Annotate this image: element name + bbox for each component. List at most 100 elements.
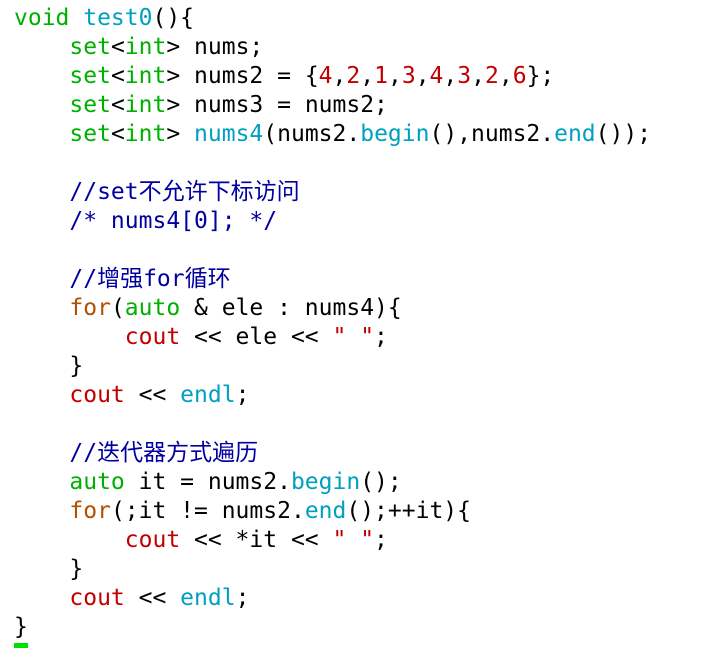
code-token-string: " " xyxy=(332,324,375,350)
code-token-number: 3 xyxy=(457,63,472,89)
code-token-plain: ()); xyxy=(595,121,652,147)
code-token-plain: } xyxy=(14,353,84,379)
code-token-comment: //增强for循环 xyxy=(14,266,231,292)
code-line: cout << endl; xyxy=(14,381,702,410)
code-token-plain: , xyxy=(471,63,485,89)
code-token-keyword: auto xyxy=(14,469,125,495)
code-token-plain: (){ xyxy=(152,5,195,31)
code-token-plain: > nums2 = { xyxy=(166,63,319,89)
code-token-comment: /* nums4[0]; */ xyxy=(14,208,278,234)
code-line: } xyxy=(14,613,702,642)
code-token-stream: cout xyxy=(14,324,181,350)
code-token-plain: } xyxy=(14,614,28,640)
code-line: set<int> nums3 = nums2; xyxy=(14,91,702,120)
code-token-number: 4 xyxy=(318,63,333,89)
code-token-plain: (); xyxy=(360,469,402,495)
code-token-plain: } xyxy=(14,556,84,582)
code-token-plain: (;it != nums2. xyxy=(110,498,305,524)
code-line: } xyxy=(14,352,702,381)
code-editor[interactable]: void test0(){ set<int> nums; set<int> nu… xyxy=(14,4,702,642)
code-token-control: for xyxy=(14,498,111,524)
code-token-plain: << xyxy=(124,585,181,611)
code-token-number: 1 xyxy=(374,63,388,89)
code-line: cout << endl; xyxy=(14,584,702,613)
code-token-plain: , xyxy=(443,63,458,89)
code-token-plain: ; xyxy=(235,585,250,611)
code-token-plain: < xyxy=(110,121,125,147)
code-token-identifier: begin xyxy=(360,121,430,147)
code-token-keyword: auto xyxy=(124,295,181,321)
code-line: /* nums4[0]; */ xyxy=(14,207,702,236)
code-token-identifier: endl xyxy=(180,585,236,611)
code-token-identifier: test0 xyxy=(69,5,153,31)
code-token-plain: & ele : nums4){ xyxy=(180,295,402,321)
code-token-plain: > xyxy=(166,121,195,147)
code-line: cout << ele << " "; xyxy=(14,323,702,352)
code-token-plain: < xyxy=(110,63,125,89)
code-token-keyword: int xyxy=(124,34,167,60)
code-token-plain: < xyxy=(110,92,125,118)
code-token-plain: << *it << xyxy=(180,527,333,553)
code-line: } xyxy=(14,555,702,584)
text-cursor xyxy=(14,643,28,648)
code-line: set<int> nums2 = {4,2,1,3,4,3,2,6}; xyxy=(14,62,702,91)
code-token-plain: < xyxy=(110,34,125,60)
code-token-plain: (),nums2. xyxy=(429,121,555,147)
code-token-stream: cout xyxy=(14,527,181,553)
code-token-identifier: endl xyxy=(180,382,236,408)
code-token-identifier: begin xyxy=(290,469,361,495)
code-token-comment: //迭代器方式遍历 xyxy=(14,440,259,466)
code-token-keyword: set xyxy=(14,34,111,60)
code-token-plain: it = nums2. xyxy=(124,469,291,495)
code-line: cout << *it << " "; xyxy=(14,526,702,555)
code-line: set<int> nums4(nums2.begin(),nums2.end()… xyxy=(14,120,702,149)
code-token-plain: ; xyxy=(374,527,388,553)
code-token-plain: , xyxy=(360,63,375,89)
code-line: set<int> nums; xyxy=(14,33,702,62)
code-token-keyword: int xyxy=(124,63,167,89)
code-token-string: " " xyxy=(332,527,375,553)
code-token-plain: ; xyxy=(374,324,388,350)
code-token-keyword: set xyxy=(14,92,111,118)
code-token-keyword: set xyxy=(14,121,111,147)
code-token-plain: , xyxy=(498,63,513,89)
code-token-plain: }; xyxy=(526,63,555,89)
code-token-control: for xyxy=(14,295,111,321)
code-token-number: 2 xyxy=(484,63,499,89)
code-token-plain: ; xyxy=(235,382,250,408)
code-token-plain: , xyxy=(332,63,347,89)
code-token-comment: //set不允许下标访问 xyxy=(14,179,300,205)
code-token-plain: (nums2. xyxy=(263,121,361,147)
code-token-number: 3 xyxy=(401,63,416,89)
code-line: //增强for循环 xyxy=(14,265,702,294)
code-line: for(;it != nums2.end();++it){ xyxy=(14,497,702,526)
code-token-plain: << xyxy=(124,382,181,408)
code-token-keyword: int xyxy=(124,92,167,118)
code-token-plain: ( xyxy=(110,295,125,321)
code-token-plain: > nums3 = nums2; xyxy=(166,92,388,118)
code-line: //set不允许下标访问 xyxy=(14,178,702,207)
code-token-plain: , xyxy=(415,63,430,89)
code-line: //迭代器方式遍历 xyxy=(14,439,702,468)
code-token-plain: > nums; xyxy=(166,34,264,60)
code-line: void test0(){ xyxy=(14,4,702,33)
code-token-identifier: end xyxy=(554,121,596,147)
code-line: auto it = nums2.begin(); xyxy=(14,468,702,497)
code-token-number: 4 xyxy=(429,63,444,89)
code-token-keyword: set xyxy=(14,63,111,89)
code-token-stream: cout xyxy=(14,585,125,611)
code-token-plain: << ele << xyxy=(180,324,333,350)
code-line: for(auto & ele : nums4){ xyxy=(14,294,702,323)
code-token-stream: cout xyxy=(14,382,125,408)
code-token-plain: ();++it){ xyxy=(346,498,471,524)
code-token-keyword: int xyxy=(124,121,167,147)
code-token-plain: , xyxy=(387,63,402,89)
code-token-number: 6 xyxy=(512,63,527,89)
code-token-keyword: void xyxy=(14,5,70,31)
code-token-identifier: end xyxy=(304,498,347,524)
code-token-number: 2 xyxy=(346,63,361,89)
code-token-identifier: nums4 xyxy=(194,121,264,147)
